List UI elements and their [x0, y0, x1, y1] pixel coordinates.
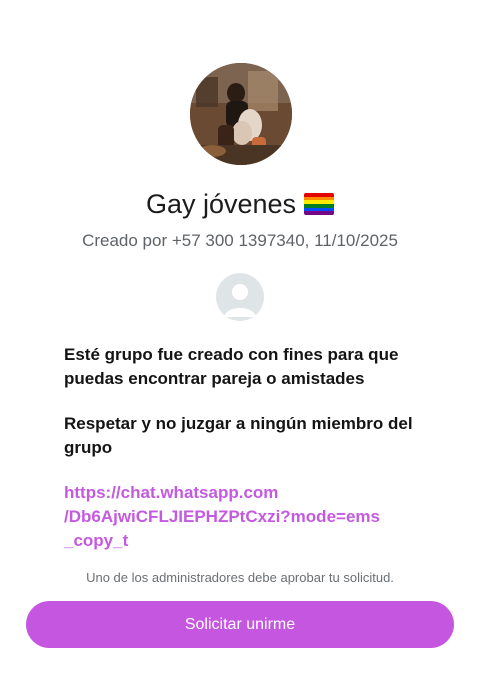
invite-link[interactable]: https://chat.whatsapp.com /Db6AjwiCFLJIE…	[64, 481, 424, 553]
default-avatar-icon[interactable]	[216, 273, 264, 321]
group-name-title: Gay jóvenes	[0, 186, 480, 222]
group-created-info: Creado por +57 300 1397340, 11/10/2025	[82, 231, 398, 250]
group-rules-paragraph: Respetar y no juzgar a ningún miembro de…	[64, 414, 413, 457]
group-name-text: Gay jóvenes	[145, 189, 297, 219]
request-join-button[interactable]: Solicitar unirme	[26, 601, 454, 648]
group-description-paragraph: Esté grupo fue creado con fines para que…	[64, 345, 399, 388]
group-photo[interactable]	[190, 63, 292, 165]
rainbow-flag-icon	[304, 193, 335, 215]
group-photo-image	[190, 63, 292, 165]
approval-note: Uno de los administradores debe aprobar …	[86, 570, 394, 585]
